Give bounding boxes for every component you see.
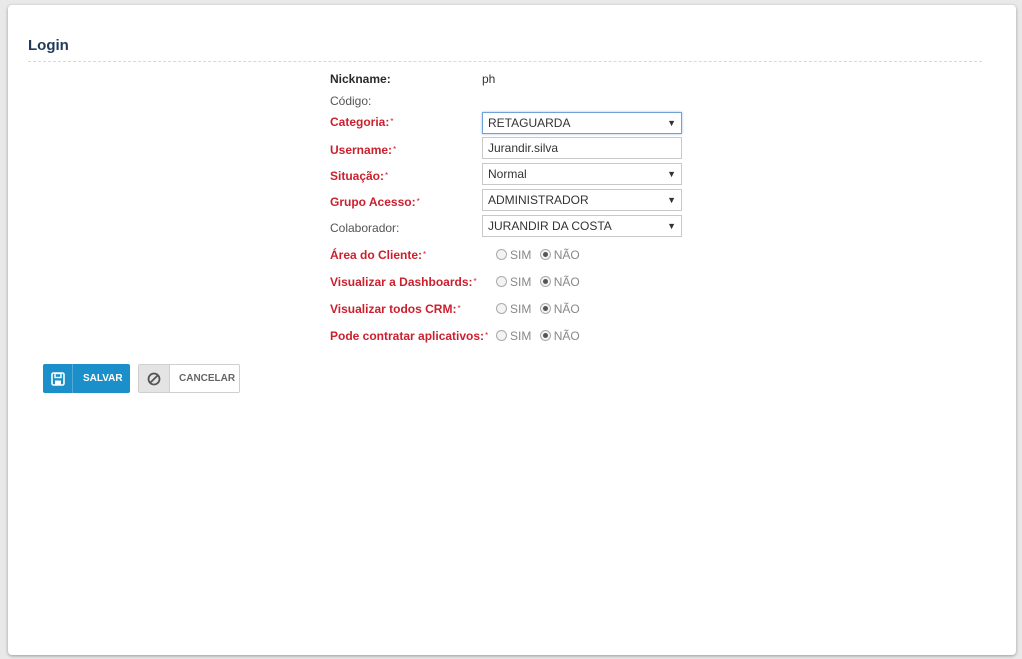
visualizar-crm-radio-group: SIM NÃO — [496, 301, 585, 317]
situacao-select[interactable]: Normal ▼ — [482, 163, 682, 185]
username-input[interactable]: Jurandir.silva — [482, 137, 682, 159]
visualizar-crm-sim-option[interactable]: SIM — [496, 302, 531, 316]
situacao-selected-value: Normal — [488, 167, 527, 181]
radio-button[interactable] — [496, 330, 507, 341]
required-marker: * — [485, 331, 489, 340]
pode-contratar-label: Pode contratar aplicativos:* — [330, 329, 489, 343]
caret-down-icon: ▼ — [667, 195, 676, 205]
colaborador-select[interactable]: JURANDIR DA COSTA ▼ — [482, 215, 682, 237]
categoria-selected-value: RETAGUARDA — [488, 116, 571, 130]
pode-contratar-radio-group: SIM NÃO — [496, 328, 585, 344]
situacao-label: Situação:* — [330, 169, 389, 183]
login-panel: Login Nickname: ph Código: Categoria:* R… — [8, 5, 1016, 655]
grupo-acesso-label: Grupo Acesso:* — [330, 195, 420, 209]
radio-button-selected[interactable] — [539, 276, 551, 287]
required-marker: * — [390, 117, 394, 126]
pode-contratar-sim-option[interactable]: SIM — [496, 329, 531, 343]
radio-button[interactable] — [496, 303, 507, 314]
area-cliente-radio-group: SIM NÃO — [496, 247, 585, 263]
pode-contratar-nao-option[interactable]: NÃO — [539, 329, 580, 343]
floppy-disk-icon — [43, 364, 73, 393]
save-button[interactable]: SALVAR — [43, 364, 130, 393]
caret-down-icon: ▼ — [667, 169, 676, 179]
required-marker: * — [416, 197, 420, 206]
nickname-label: Nickname: — [330, 72, 391, 86]
codigo-label: Código: — [330, 94, 372, 108]
radio-button[interactable] — [496, 276, 507, 287]
username-label: Username:* — [330, 143, 397, 157]
required-marker: * — [393, 145, 397, 154]
grupo-acesso-selected-value: ADMINISTRADOR — [488, 193, 589, 207]
colaborador-selected-value: JURANDIR DA COSTA — [488, 219, 612, 233]
visualizar-dashboards-sim-option[interactable]: SIM — [496, 275, 531, 289]
ban-icon — [139, 365, 170, 392]
categoria-select[interactable]: RETAGUARDA ▼ — [482, 112, 682, 134]
page-title: Login — [28, 37, 69, 54]
radio-button-selected[interactable] — [539, 249, 551, 260]
caret-down-icon: ▼ — [667, 118, 676, 128]
required-marker: * — [457, 304, 461, 313]
title-divider — [28, 61, 982, 62]
required-marker: * — [473, 277, 477, 286]
visualizar-crm-nao-option[interactable]: NÃO — [539, 302, 580, 316]
colaborador-label: Colaborador: — [330, 221, 400, 235]
cancel-button-label: CANCELAR — [179, 373, 236, 384]
area-cliente-label: Área do Cliente:* — [330, 248, 427, 262]
visualizar-dashboards-nao-option[interactable]: NÃO — [539, 275, 580, 289]
grupo-acesso-select[interactable]: ADMINISTRADOR ▼ — [482, 189, 682, 211]
radio-button-selected[interactable] — [539, 330, 551, 341]
area-cliente-sim-option[interactable]: SIM — [496, 248, 531, 262]
caret-down-icon: ▼ — [667, 221, 676, 231]
visualizar-crm-label: Visualizar todos CRM:* — [330, 302, 461, 316]
cancel-button[interactable]: CANCELAR — [138, 364, 240, 393]
save-button-label: SALVAR — [83, 373, 123, 384]
radio-button-selected[interactable] — [539, 303, 551, 314]
categoria-label: Categoria:* — [330, 115, 394, 129]
area-cliente-nao-option[interactable]: NÃO — [539, 248, 580, 262]
username-input-value: Jurandir.silva — [488, 141, 559, 155]
radio-button[interactable] — [496, 249, 507, 260]
required-marker: * — [423, 250, 427, 259]
required-marker: * — [385, 171, 389, 180]
visualizar-dashboards-radio-group: SIM NÃO — [496, 274, 585, 290]
visualizar-dashboards-label: Visualizar a Dashboards:* — [330, 275, 477, 289]
nickname-value: ph — [482, 72, 496, 86]
